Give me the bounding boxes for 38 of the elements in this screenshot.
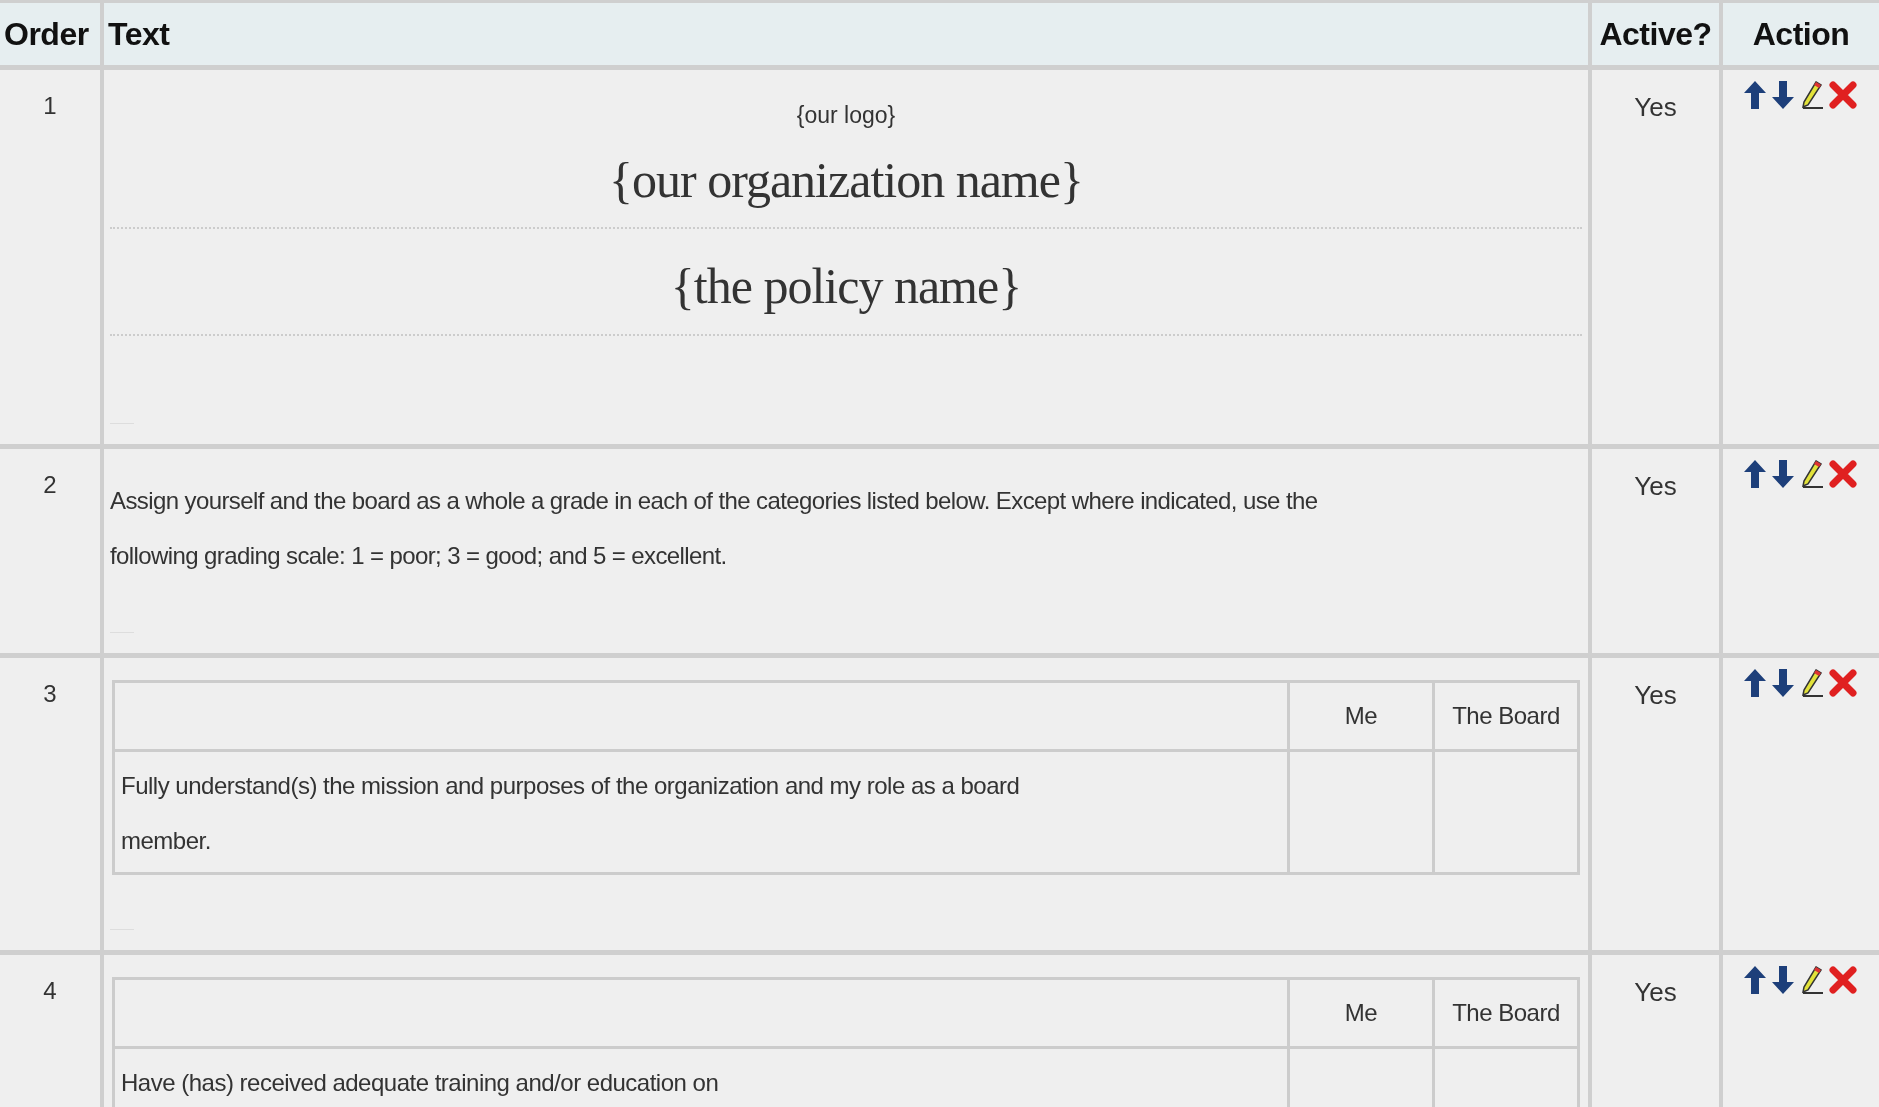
statement-text: Have (has) received adequate training and/or education on	[115, 1049, 1287, 1107]
order-number: 4	[43, 976, 57, 1006]
column-header: Action	[1723, 3, 1879, 65]
active-status: Yes	[1634, 470, 1677, 503]
column-header: The Board	[1435, 980, 1577, 1046]
delete-icon[interactable]	[1829, 81, 1857, 109]
column-header: The Board	[1435, 683, 1577, 749]
column-header: Me	[1290, 980, 1432, 1046]
pencil-icon[interactable]	[1799, 80, 1825, 110]
delete-icon[interactable]	[1829, 966, 1857, 994]
statement-text: Fully understand(s) the mission and purposes of the organization and my role as a board member.	[115, 752, 1287, 872]
organization-name: {our organization name}	[609, 150, 1083, 210]
up-arrow-icon[interactable]	[1743, 668, 1767, 698]
policy-name: {the policy name}	[670, 257, 1022, 316]
down-arrow-icon[interactable]	[1771, 80, 1795, 110]
delete-icon[interactable]	[1829, 669, 1857, 697]
active-status: Yes	[1634, 91, 1677, 124]
order-number: 3	[43, 679, 57, 709]
order-number: 2	[43, 470, 57, 500]
active-status: Yes	[1634, 976, 1677, 1009]
down-arrow-icon[interactable]	[1771, 965, 1795, 995]
delete-icon[interactable]	[1829, 460, 1857, 488]
pencil-icon[interactable]	[1799, 459, 1825, 489]
up-arrow-icon[interactable]	[1743, 965, 1767, 995]
down-arrow-icon[interactable]	[1771, 459, 1795, 489]
pencil-icon[interactable]	[1799, 668, 1825, 698]
instructions-paragraph: Assign yourself and the board as a whole a grade in each of the categories listed below. Except where indicated, use the following grading scale: 1 = poor; 3 = good; and 5 = excellent.	[110, 486, 1319, 571]
column-header: Text	[104, 3, 1588, 65]
down-arrow-icon[interactable]	[1771, 668, 1795, 698]
column-header: Order	[0, 3, 100, 65]
up-arrow-icon[interactable]	[1743, 459, 1767, 489]
column-header: Active?	[1592, 3, 1719, 65]
logo-placeholder-text: {our logo}	[796, 101, 896, 130]
active-status: Yes	[1634, 679, 1677, 712]
pencil-icon[interactable]	[1799, 965, 1825, 995]
column-header: Me	[1290, 683, 1432, 749]
order-number: 1	[43, 91, 57, 121]
up-arrow-icon[interactable]	[1743, 80, 1767, 110]
